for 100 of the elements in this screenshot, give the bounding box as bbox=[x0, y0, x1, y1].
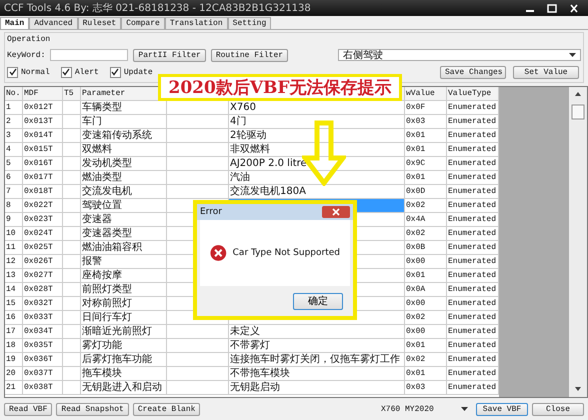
table-row[interactable]: 6 0x017T 燃油类型 汽油 0x01 Enumerated bbox=[5, 171, 499, 185]
table-cell: 0x01 bbox=[405, 129, 447, 143]
checkbox[interactable] bbox=[7, 66, 18, 78]
filter-checkbox[interactable]: Alert bbox=[60, 66, 99, 78]
table-row[interactable]: 21 0x038T 无钥匙进入和启动 无钥匙启动 0x03 Enumerated bbox=[5, 381, 499, 395]
table-cell: 驾驶位置 bbox=[81, 199, 167, 213]
ok-button[interactable]: 确定 bbox=[293, 292, 343, 310]
table-cell: 4 bbox=[5, 143, 23, 157]
table-cell: 变速箱传动系统 bbox=[81, 129, 167, 143]
keyword-field[interactable] bbox=[50, 49, 128, 61]
table-cell: 1 bbox=[5, 101, 23, 115]
annotation-callout: 2020款后VBF无法保存提示 bbox=[158, 74, 402, 101]
table-row[interactable]: 5 0x016T 发动机类型 AJ200P 2.0 litre 0x9C Enumerated bbox=[5, 157, 499, 171]
checkbox[interactable] bbox=[60, 66, 72, 78]
table-cell: 连接拖车时雾灯关闭，仅拖车雾灯工作 bbox=[229, 353, 405, 367]
table-cell: 0x03 bbox=[405, 115, 447, 129]
save-button[interactable]: Save VBF bbox=[476, 402, 528, 416]
table-cell: 0x01 bbox=[405, 269, 447, 283]
table-cell: 14 bbox=[5, 283, 23, 297]
column-header: T5 bbox=[63, 87, 81, 101]
table-row[interactable]: 4 0x015T 双燃料 非双燃料 0x01 Enumerated bbox=[5, 143, 499, 157]
tab[interactable]: Compare bbox=[121, 17, 165, 29]
tab[interactable]: Main bbox=[0, 17, 30, 29]
table-cell: 2轮驱动 bbox=[229, 129, 405, 143]
check-icon bbox=[8, 68, 16, 76]
filter-checkbox[interactable]: Normal bbox=[7, 66, 50, 78]
table-cell: 21 bbox=[5, 381, 23, 395]
table-cell: 4门 bbox=[229, 115, 405, 129]
error-message: Car Type Not Supported bbox=[232, 248, 340, 258]
table-cell: 无钥匙启动 bbox=[229, 381, 405, 395]
table-cell: 双燃料 bbox=[81, 143, 167, 157]
column-header: No. bbox=[5, 87, 23, 101]
table-cell: 0x016T bbox=[23, 157, 63, 171]
table-cell: 0x012T bbox=[23, 101, 63, 115]
error-icon bbox=[210, 244, 227, 262]
table-cell: 渐暗近光前照灯 bbox=[81, 325, 167, 339]
table-cell: 雾灯功能 bbox=[81, 339, 167, 353]
table-row[interactable]: 2 0x013T 车门 4门 0x03 Enumerated bbox=[5, 115, 499, 129]
table-cell: 0x028T bbox=[23, 283, 63, 297]
table-cell: 0x038T bbox=[23, 381, 63, 395]
group-title: Operation bbox=[7, 35, 52, 45]
checkbox[interactable] bbox=[110, 66, 121, 78]
table-row[interactable]: 19 0x036T 后雾灯拖车功能 连接拖车时雾灯关闭，仅拖车雾灯工作 0x02 Enumerated bbox=[5, 353, 499, 367]
value-dropdown[interactable]: 右侧驾驶 bbox=[338, 49, 581, 61]
table-cell: 0x0A bbox=[405, 283, 447, 297]
table-cell: 16 bbox=[5, 311, 23, 325]
table-cell: 0x014T bbox=[23, 129, 63, 143]
table-cell: 0x02 bbox=[405, 199, 447, 213]
action-button[interactable]: Set Value bbox=[513, 66, 579, 78]
table-cell: AJ200P 2.0 litre bbox=[229, 157, 405, 171]
table-cell: 0x02 bbox=[405, 311, 447, 325]
table-cell: 0x0D bbox=[405, 185, 447, 199]
table-cell: 发动机类型 bbox=[81, 157, 167, 171]
table-cell: 0x0B bbox=[405, 241, 447, 255]
table-cell: 无钥匙进入和启动 bbox=[81, 381, 167, 395]
table-cell: 0x032T bbox=[23, 297, 63, 311]
table-row[interactable]: 20 0x037T 拖车模块 不带拖车模块 0x01 Enumerated bbox=[5, 367, 499, 381]
column-header: wValue bbox=[405, 87, 447, 101]
file-button[interactable]: Read Snapshot bbox=[56, 402, 129, 416]
table-cell: 17 bbox=[5, 325, 23, 339]
table-cell: 9 bbox=[5, 213, 23, 227]
close-button[interactable]: Close bbox=[532, 402, 584, 416]
table-cell: 变速器类型 bbox=[81, 227, 167, 241]
table-cell: 0x015T bbox=[23, 143, 63, 157]
keyword-label: KeyWord: bbox=[7, 50, 46, 60]
action-button[interactable]: Save Changes bbox=[440, 66, 506, 78]
table-cell: 未定义 bbox=[229, 325, 405, 339]
table-row[interactable]: 3 0x014T 变速箱传动系统 2轮驱动 0x01 Enumerated bbox=[5, 129, 499, 143]
tab[interactable]: Translation bbox=[164, 17, 228, 29]
file-button[interactable]: Read VBF bbox=[4, 402, 52, 416]
table-cell: 0x033T bbox=[23, 311, 63, 325]
filter-checkbox[interactable]: Update bbox=[110, 66, 153, 78]
table-cell: 车门 bbox=[81, 115, 167, 129]
table-cell: 20 bbox=[5, 367, 23, 381]
filter-button[interactable]: Routine Filter bbox=[210, 48, 288, 62]
column-header: MDF bbox=[23, 87, 63, 101]
table-cell: 10 bbox=[5, 227, 23, 241]
table-cell: 车辆类型 bbox=[81, 101, 167, 115]
filter-button[interactable]: PartII Filter bbox=[133, 48, 206, 62]
table-cell: 0x02 bbox=[405, 353, 447, 367]
table-cell: 日间行车灯 bbox=[81, 311, 167, 325]
tab[interactable]: Ruleset bbox=[78, 17, 122, 29]
table-cell: 0x034T bbox=[23, 325, 63, 339]
table-cell: 0x022T bbox=[23, 199, 63, 213]
tab[interactable]: Advanced bbox=[29, 17, 78, 29]
table-row[interactable]: 18 0x035T 雾灯功能 不带雾灯 0x01 Enumerated bbox=[5, 339, 499, 353]
table-cell: 0x01 bbox=[405, 339, 447, 353]
table-cell: 0x036T bbox=[23, 353, 63, 367]
table-cell: 0x9C bbox=[405, 157, 447, 171]
table-cell: 18 bbox=[5, 339, 23, 353]
table-cell: 11 bbox=[5, 241, 23, 255]
table-cell: 座椅按摩 bbox=[81, 269, 167, 283]
table-cell: 0x00 bbox=[405, 325, 447, 339]
table-row[interactable]: 17 0x034T 渐暗近光前照灯 未定义 0x00 Enumerated bbox=[5, 325, 499, 339]
table-cell: 后雾灯拖车功能 bbox=[81, 353, 167, 367]
tab[interactable]: Setting bbox=[228, 17, 272, 29]
file-button[interactable]: Create Blank bbox=[132, 402, 200, 416]
table-cell: 报警 bbox=[81, 255, 167, 269]
table-cell: 拖车模块 bbox=[81, 367, 167, 381]
table-cell: 0x00 bbox=[405, 297, 447, 311]
